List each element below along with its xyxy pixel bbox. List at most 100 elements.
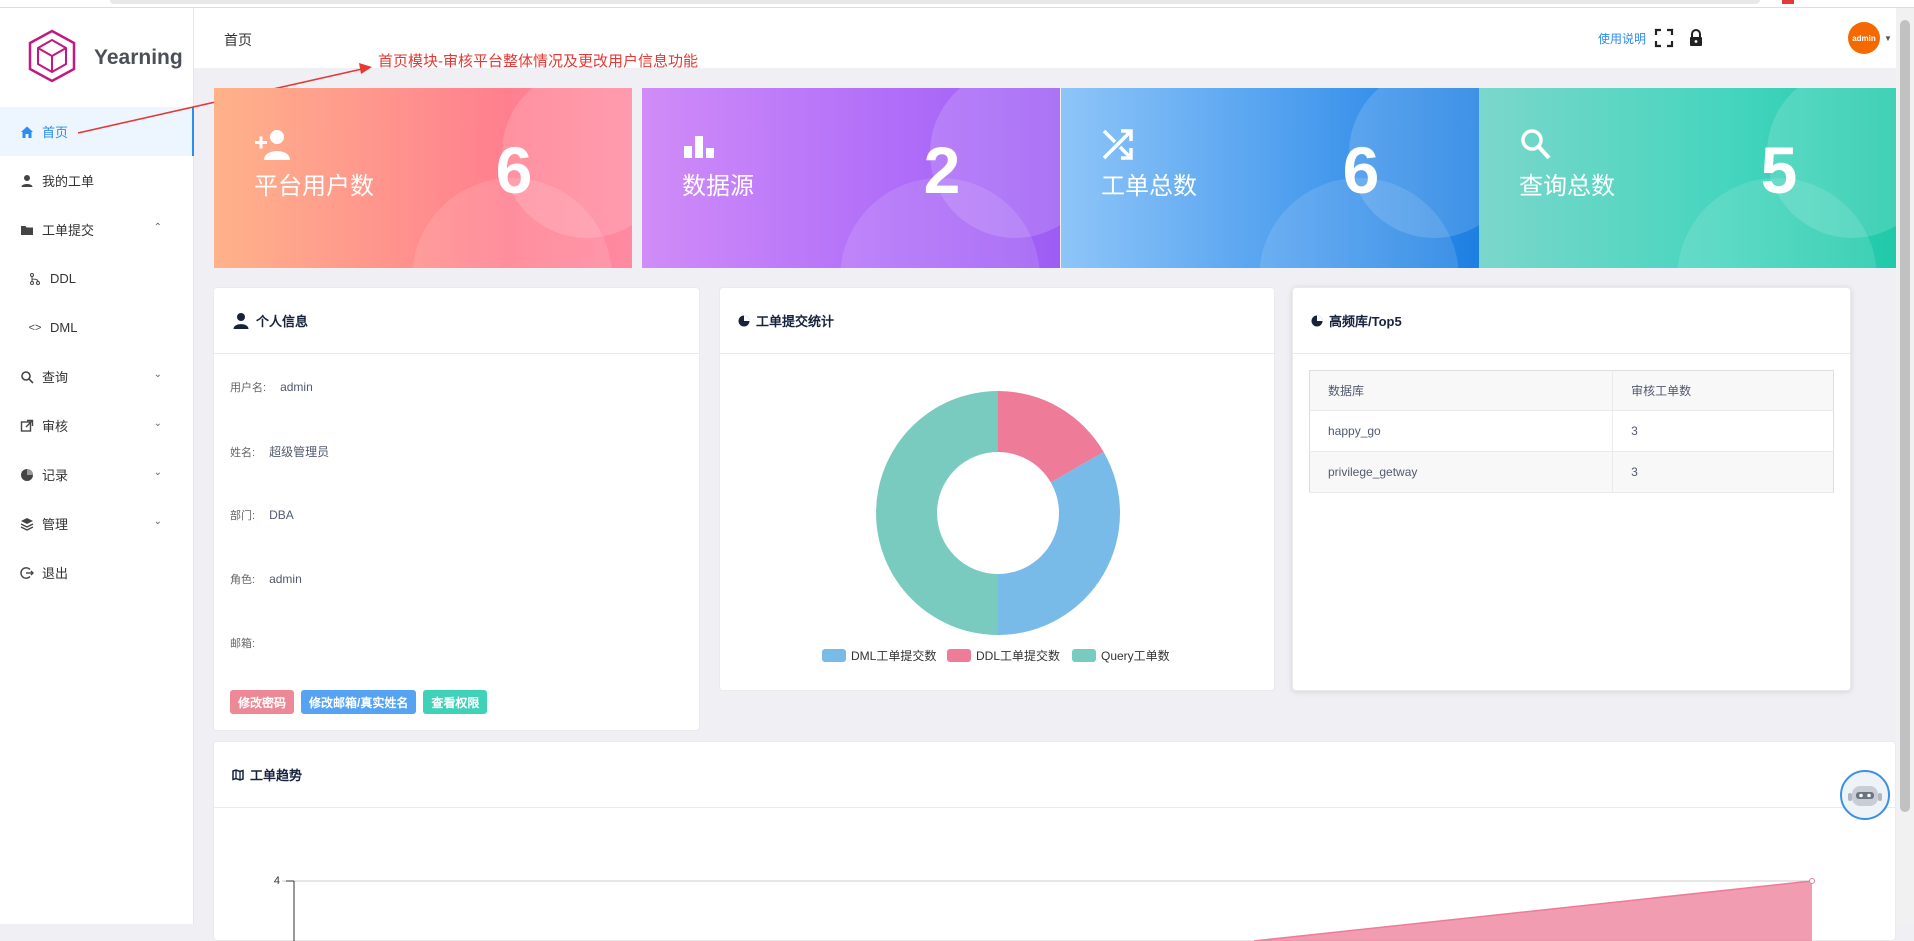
pie-chart-icon [20,468,34,482]
submit-stats-header: 工单提交统计 [720,288,1274,354]
code-icon: <> [28,321,42,334]
table-row[interactable]: privilege_getway 3 [1309,451,1834,493]
add-user-icon [255,130,290,160]
top5-panel: 高频库/Top5 数据库 审核工单数 happy_go 3 privilege_… [1292,287,1851,691]
trend-header: 工单趋势 [214,742,1895,808]
home-icon [20,125,34,139]
stat-label: 工单总数 [1101,173,1197,200]
trend-panel: 工单趋势 4 [213,741,1896,941]
stat-card-users: 平台用户数 6 [214,88,632,268]
sidebar-item-label: 查询 [42,370,69,385]
sidebar-item-label: DML [50,320,78,335]
sidebar-item-label: DDL [50,271,77,286]
stat-label: 查询总数 [1519,173,1615,200]
info-value: 超级管理员 [269,445,330,459]
chevron-up-icon: ⌃ [153,222,162,233]
sidebar-item-label: 首页 [42,125,69,140]
info-username: 用户名: admin [230,379,313,395]
legend-label: Query工单数 [1101,648,1170,663]
info-label: 用户名: [230,382,267,394]
column-header: 审核工单数 [1612,370,1834,411]
sidebar-item-my-orders[interactable]: 我的工单 [0,156,194,205]
info-email: 邮箱: [230,635,269,651]
sidebar-item-label: 退出 [42,566,69,581]
legend-swatch [822,649,846,662]
submit-stats-title: 工单提交统计 [756,314,835,329]
map-icon [232,768,244,781]
search-icon [20,370,34,384]
stat-card-datasources: 数据源 2 [642,88,1060,268]
sidebar-item-query[interactable]: 查询 ⌄ [0,352,194,401]
info-value: DBA [269,508,294,522]
donut-chart: DML工单提交数 DDL工单提交数 Query工单数 [822,391,1170,663]
trend-point [1809,878,1815,884]
legend-swatch [947,649,971,662]
change-email-button[interactable]: 修改邮箱/真实姓名 [301,690,417,714]
info-name: 姓名: 超级管理员 [230,443,329,460]
sidebar-item-label: 记录 [42,468,69,483]
sidebar-item-audit[interactable]: 审核 ⌄ [0,401,194,450]
avatar[interactable]: admin [1848,22,1880,54]
top5-header: 高频库/Top5 [1293,288,1850,354]
top5-title: 高频库/Top5 [1329,314,1402,329]
external-link-icon [20,419,34,433]
shuffle-icon [1102,129,1133,160]
stat-card-orders: 工单总数 6 [1061,88,1479,268]
table-cell: 3 [1612,451,1834,493]
view-permissions-button[interactable]: 查看权限 [423,690,488,714]
help-robot-button[interactable] [1840,770,1890,820]
search-icon [1521,129,1551,160]
lock-icon[interactable] [1688,28,1704,48]
legend-item[interactable]: DML工单提交数 [822,648,936,663]
stat-label: 数据源 [682,173,754,200]
stat-card-queries: 查询总数 5 [1479,88,1897,268]
info-label: 邮箱: [230,638,256,650]
profile-actions: 修改密码 修改邮箱/真实姓名 查看权限 [230,690,488,714]
sidebar-item-ddl[interactable]: DDL [0,254,194,303]
sidebar-item-records[interactable]: 记录 ⌄ [0,450,194,499]
person-icon [233,312,249,329]
sidebar-item-submit[interactable]: 工单提交 ⌃ [0,205,194,254]
table-cell: happy_go [1309,410,1613,452]
profile-panel-header: 个人信息 [214,288,699,354]
logo-icon [28,29,76,83]
scrollbar-thumb[interactable] [1900,20,1910,812]
sidebar-item-logout[interactable]: 退出 [0,548,194,597]
chevron-down-icon: ⌄ [153,467,162,478]
page-scrollbar[interactable] [1896,8,1914,924]
chevron-down-icon: ⌄ [153,516,162,527]
sidebar-item-label: 工单提交 [42,223,95,238]
info-value: admin [280,380,313,394]
top5-table: 数据库 审核工单数 happy_go 3 privilege_getway 3 [1309,370,1834,493]
legend-item[interactable]: Query工单数 [1072,648,1170,663]
branch-icon [28,272,42,286]
table-row[interactable]: happy_go 3 [1309,410,1834,452]
table-cell: 3 [1612,410,1834,452]
column-header: 数据库 [1309,370,1613,411]
table-cell: privilege_getway [1309,451,1613,493]
y-tick-label: 4 [274,875,280,887]
donut-slice[interactable] [998,452,1120,635]
change-password-button[interactable]: 修改密码 [230,690,295,714]
profile-panel: 个人信息 用户名: admin 姓名: 超级管理员 部门: DBA 角色: admin … [213,287,700,731]
table-header-row: 数据库 审核工单数 [1309,370,1834,411]
info-value: admin [269,572,302,586]
profile-title: 个人信息 [256,314,309,329]
legend-item[interactable]: DDL工单提交数 [947,648,1060,663]
fullscreen-icon[interactable] [1654,28,1674,48]
sidebar-item-label: 我的工单 [42,174,95,189]
donut-slice[interactable] [876,391,998,635]
help-link[interactable]: 使用说明 [1598,30,1646,47]
stat-value: 5 [1760,133,1798,207]
sidebar-item-label: 审核 [42,419,69,434]
sidebar-item-home[interactable]: 首页 [0,107,194,156]
stat-value: 2 [923,133,961,207]
app-title: Yearning [94,46,183,69]
sidebar-item-manage[interactable]: 管理 ⌄ [0,499,194,548]
info-label: 部门: [230,510,256,522]
chevron-down-icon: ⌄ [153,369,162,380]
stat-value: 6 [1342,133,1380,207]
caret-down-icon[interactable]: ▼ [1884,34,1892,43]
sidebar-item-dml[interactable]: <> DML [0,303,194,352]
legend-label: DML工单提交数 [851,648,936,663]
